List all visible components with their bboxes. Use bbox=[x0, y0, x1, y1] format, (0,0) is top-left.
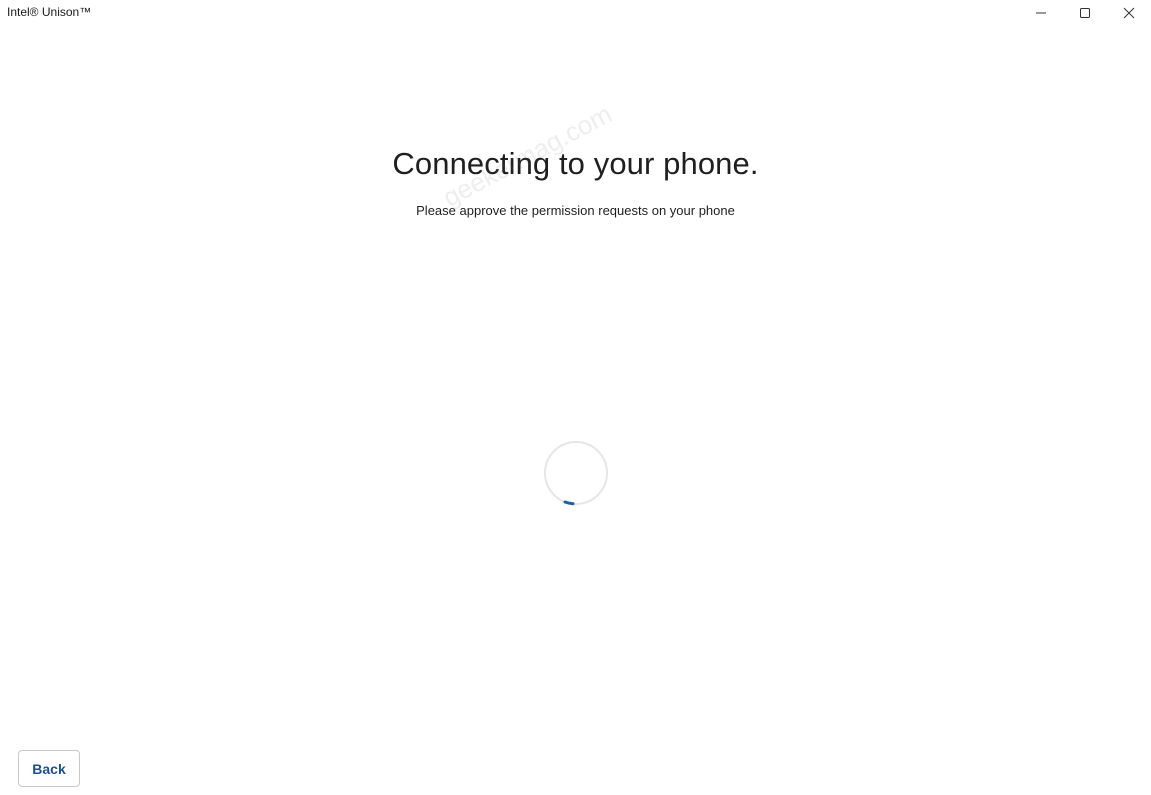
loading-spinner bbox=[544, 441, 608, 506]
maximize-button[interactable] bbox=[1063, 0, 1107, 26]
back-button[interactable]: Back bbox=[18, 750, 80, 787]
page-subtitle: Please approve the permission requests o… bbox=[416, 203, 735, 218]
close-icon bbox=[1123, 7, 1135, 19]
minimize-button[interactable] bbox=[1019, 0, 1063, 26]
title-bar[interactable]: Intel® Unison™ bbox=[0, 0, 1151, 26]
page-title: Connecting to your phone. bbox=[392, 146, 759, 181]
app-title: Intel® Unison™ bbox=[7, 5, 92, 19]
minimize-icon bbox=[1036, 12, 1046, 14]
window-controls bbox=[1019, 0, 1151, 26]
maximize-icon bbox=[1080, 8, 1090, 18]
close-button[interactable] bbox=[1107, 0, 1151, 26]
app-window: Intel® Unison™ Connecting to your phone.… bbox=[0, 0, 1151, 795]
